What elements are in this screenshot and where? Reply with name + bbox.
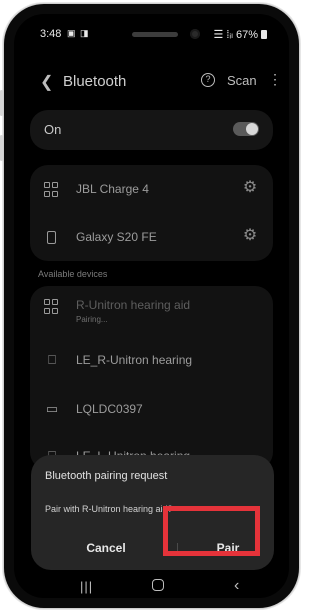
battery-icon <box>261 30 267 39</box>
speaker-pill <box>132 32 178 37</box>
device-name: JBL Charge 4 <box>76 182 149 196</box>
recent-apps-icon[interactable]: ||| <box>80 579 93 594</box>
side-button <box>0 135 3 161</box>
status-bar: 3:48 ▣ ◨ ☰ ⁞ᵢₗ 67% <box>14 14 289 54</box>
home-icon[interactable] <box>152 579 164 591</box>
device-name: LQLDC0397 <box>76 402 143 416</box>
more-options-icon[interactable]: ⋮ <box>268 71 282 88</box>
phone-icon <box>47 231 56 244</box>
paired-devices-card: JBL Charge 4 ⚙ Galaxy S20 FE ⚙ <box>30 165 273 261</box>
nav-back-icon[interactable]: ‹ <box>234 577 239 595</box>
device-status: Pairing... <box>76 315 108 324</box>
gear-icon[interactable]: ⚙ <box>241 179 259 197</box>
available-devices-card: R-Unitron hearing aid Pairing... ⎕ LE_R-… <box>30 286 273 470</box>
switch-knob <box>246 123 258 135</box>
laptop-icon: ▭ <box>45 401 59 416</box>
device-name: R-Unitron hearing aid <box>76 298 191 312</box>
signal-icon: ☰ ⁞ᵢₗ <box>213 29 233 41</box>
notification-icons: ▣ ◨ <box>67 28 90 38</box>
dialog-title: Bluetooth pairing request <box>45 470 168 482</box>
device-name: LE_R-Unitron hearing <box>76 353 193 367</box>
dialog-message: Pair with R-Unitron hearing aid? <box>45 504 173 514</box>
page-title: Bluetooth <box>63 73 127 90</box>
side-button <box>0 90 3 116</box>
available-devices-label: Available devices <box>38 269 108 279</box>
device-name: Galaxy S20 FE <box>76 230 157 244</box>
available-device-row[interactable]: ▭ LQLDC0397 <box>30 385 273 433</box>
status-right: ☰ ⁞ᵢₗ 67% <box>213 28 267 41</box>
grid-device-icon <box>44 182 60 198</box>
battery-percent: 67% <box>235 28 258 41</box>
available-device-row[interactable]: ⎕ LE_R-Unitron hearing <box>30 336 273 384</box>
app-bar: ❮ Bluetooth ? Scan ⋮ <box>14 68 289 98</box>
paired-device-row[interactable]: JBL Charge 4 ⚙ <box>30 165 273 213</box>
pair-highlight-box <box>163 506 260 556</box>
bluetooth-switch[interactable] <box>233 122 259 136</box>
navigation-bar: ||| ‹ <box>14 577 289 598</box>
grid-device-icon <box>44 299 60 315</box>
gear-icon[interactable]: ⚙ <box>241 227 259 245</box>
cancel-button[interactable]: Cancel <box>51 535 161 561</box>
status-time: 3:48 <box>40 28 62 40</box>
toggle-label: On <box>44 122 62 137</box>
scan-button[interactable]: Scan <box>227 73 257 88</box>
front-camera <box>190 29 200 39</box>
available-device-row[interactable]: R-Unitron hearing aid Pairing... <box>30 286 273 334</box>
help-icon[interactable]: ? <box>201 73 215 87</box>
bluetooth-toggle-card[interactable]: On <box>30 110 273 150</box>
back-icon[interactable]: ❮ <box>40 72 53 92</box>
devices-icon: ⎕ <box>48 352 56 367</box>
paired-device-row[interactable]: Galaxy S20 FE ⚙ <box>30 213 273 261</box>
